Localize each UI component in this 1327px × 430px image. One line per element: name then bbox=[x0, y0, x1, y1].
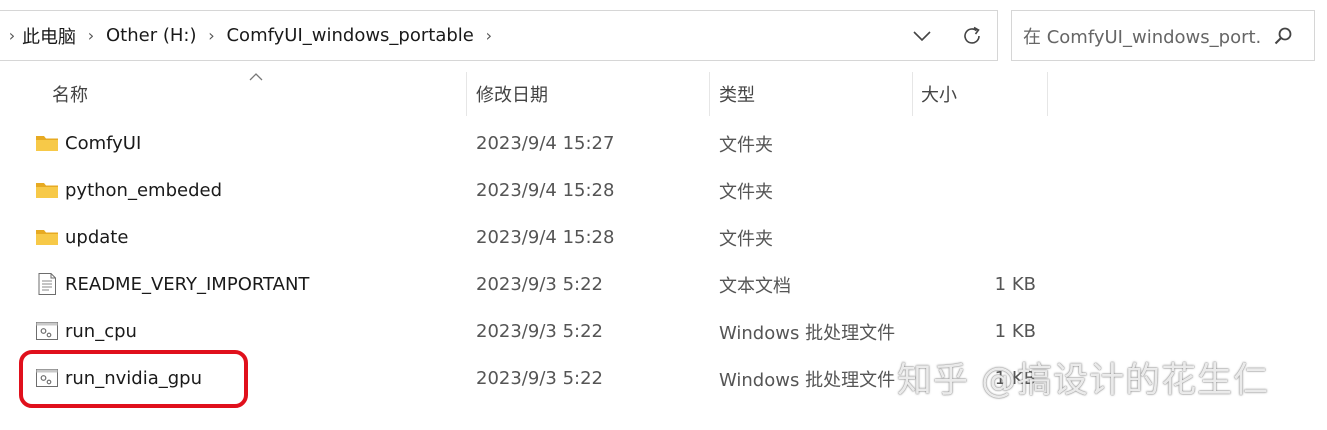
column-header-modified[interactable]: 修改日期 bbox=[476, 72, 706, 116]
file-modified: 2023/9/3 5:22 bbox=[476, 368, 603, 389]
file-modified: 2023/9/3 5:22 bbox=[476, 321, 603, 342]
chevron-right-icon[interactable]: › bbox=[2, 26, 22, 45]
column-divider[interactable] bbox=[1047, 72, 1048, 116]
column-header-type-label: 类型 bbox=[719, 85, 755, 106]
file-type: Windows 批处理文件 bbox=[719, 322, 896, 344]
file-name: update bbox=[65, 227, 129, 248]
column-divider[interactable] bbox=[912, 72, 913, 116]
file-type: 文件夹 bbox=[719, 181, 773, 203]
breadcrumb-drive-h[interactable]: Other (H:) bbox=[106, 25, 196, 46]
column-header-modified-label: 修改日期 bbox=[476, 85, 548, 106]
column-divider[interactable] bbox=[466, 72, 467, 116]
breadcrumb-this-pc[interactable]: 此电脑 bbox=[22, 23, 76, 49]
chevron-down-icon[interactable] bbox=[897, 11, 947, 60]
file-name: README_VERY_IMPORTANT bbox=[65, 274, 310, 295]
address-bar[interactable]: › 此电脑 › Other (H:) › ComfyUI_windows_por… bbox=[0, 10, 998, 61]
file-name: ComfyUI bbox=[65, 133, 142, 154]
file-modified: 2023/9/4 15:28 bbox=[476, 180, 615, 201]
column-header-size-label: 大小 bbox=[921, 85, 957, 106]
search-input[interactable]: 在 ComfyUI_windows_port... bbox=[1023, 23, 1263, 49]
file-row[interactable]: run_cpu 2023/9/3 5:22 Windows 批处理文件 1 KB bbox=[0, 308, 1327, 355]
file-row[interactable]: python_embeded 2023/9/4 15:28 文件夹 bbox=[0, 167, 1327, 214]
file-size: 1 KB bbox=[994, 321, 1036, 342]
file-size: 1 KB bbox=[994, 274, 1036, 295]
file-type: 文件夹 bbox=[719, 228, 773, 250]
folder-icon bbox=[36, 230, 58, 245]
folder-icon bbox=[36, 136, 58, 151]
breadcrumb-comfyui-portable[interactable]: ComfyUI_windows_portable bbox=[226, 25, 473, 46]
highlight-annotation bbox=[19, 350, 248, 408]
file-modified: 2023/9/4 15:28 bbox=[476, 227, 615, 248]
watermark: 知乎 @搞设计的花生仁 bbox=[897, 360, 1270, 401]
file-type: 文本文档 bbox=[719, 275, 791, 297]
column-header-name-label: 名称 bbox=[52, 85, 88, 106]
file-modified: 2023/9/3 5:22 bbox=[476, 274, 603, 295]
top-bar: › 此电脑 › Other (H:) › ComfyUI_windows_por… bbox=[0, 0, 1327, 70]
search-box[interactable]: 在 ComfyUI_windows_port... bbox=[1011, 10, 1315, 61]
search-icon[interactable] bbox=[1263, 11, 1303, 60]
text-file-icon bbox=[38, 273, 56, 295]
file-type: Windows 批处理文件 bbox=[719, 369, 896, 391]
file-type: 文件夹 bbox=[719, 134, 773, 156]
file-row[interactable]: README_VERY_IMPORTANT 2023/9/3 5:22 文本文档… bbox=[0, 261, 1327, 308]
folder-icon bbox=[36, 183, 58, 198]
column-header-name[interactable]: 名称 bbox=[52, 72, 462, 116]
chevron-right-icon[interactable]: › bbox=[474, 26, 504, 45]
file-name: run_cpu bbox=[65, 321, 137, 342]
chevron-right-icon[interactable]: › bbox=[196, 26, 226, 45]
batch-file-icon bbox=[36, 322, 58, 340]
file-row[interactable]: update 2023/9/4 15:28 文件夹 bbox=[0, 214, 1327, 261]
column-header-type[interactable]: 类型 bbox=[719, 72, 909, 116]
column-divider[interactable] bbox=[709, 72, 710, 116]
chevron-right-icon[interactable]: › bbox=[76, 26, 106, 45]
refresh-icon[interactable] bbox=[947, 11, 997, 60]
column-header-size[interactable]: 大小 bbox=[921, 72, 1041, 116]
file-modified: 2023/9/4 15:27 bbox=[476, 133, 615, 154]
file-row[interactable]: ComfyUI 2023/9/4 15:27 文件夹 bbox=[0, 120, 1327, 167]
file-name: python_embeded bbox=[65, 180, 222, 201]
column-headers: 名称 修改日期 类型 大小 bbox=[0, 72, 1327, 116]
